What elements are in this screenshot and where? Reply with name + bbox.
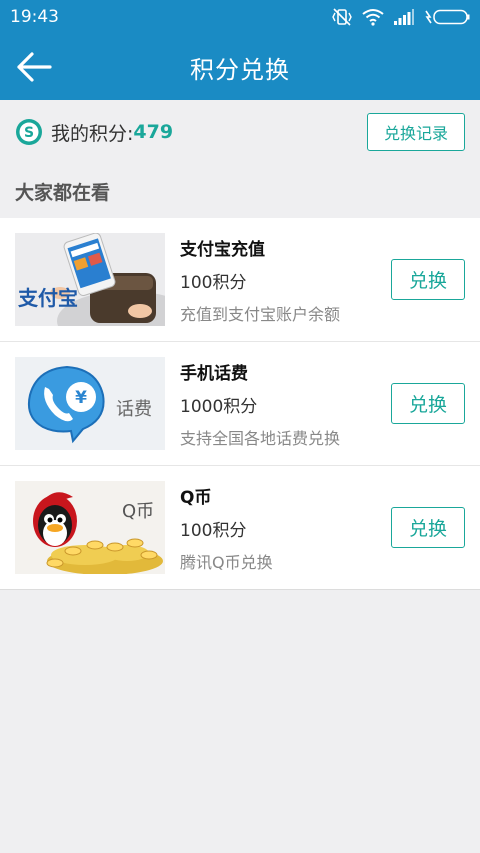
phone-fee-thumb-text: 话费 (116, 399, 152, 420)
item-points: 1000积分 (180, 396, 258, 417)
status-icons (332, 7, 470, 27)
item-points: 100积分 (180, 520, 247, 541)
points-value: 479 (133, 121, 174, 143)
qcoin-thumbnail-art: Q币 (15, 481, 165, 574)
exchange-button[interactable]: 兑换 (391, 383, 465, 424)
item-info: 支付宝充值 100积分 充值到支付宝账户余额 (180, 235, 391, 325)
status-time: 19:43 (10, 7, 59, 27)
back-button[interactable] (14, 47, 54, 87)
item-info: 手机话费 1000积分 支持全国各地话费兑换 (180, 359, 391, 449)
page-title: 积分兑换 (190, 55, 290, 84)
reward-list: 支付宝 支付宝充值 100积分 充值到支付宝账户余额 兑换 ¥ 话费 手机话费 … (0, 218, 480, 590)
exchange-button[interactable]: 兑换 (391, 259, 465, 300)
list-item[interactable]: ¥ 话费 手机话费 1000积分 支持全国各地话费兑换 兑换 (0, 342, 480, 466)
points-summary: S 我的积分: 479 兑换记录 (0, 100, 480, 164)
alipay-thumbnail-art: 支付宝 (15, 233, 165, 326)
item-title: 手机话费 (180, 363, 248, 384)
item-points: 100积分 (180, 272, 247, 293)
app-bar: 积分兑换 (0, 34, 480, 100)
item-description: 充值到支付宝账户余额 (180, 304, 341, 324)
exchange-record-button[interactable]: 兑换记录 (367, 113, 465, 151)
svg-text:¥: ¥ (75, 388, 87, 408)
item-title: Q币 (180, 487, 212, 508)
exchange-button[interactable]: 兑换 (391, 507, 465, 548)
vibrate-icon (332, 8, 352, 26)
item-description: 腾讯Q币兑换 (180, 552, 273, 572)
phone-fee-thumbnail: ¥ 话费 (15, 357, 165, 450)
qcoin-thumbnail: Q币 (15, 481, 165, 574)
alipay-thumbnail: 支付宝 (15, 233, 165, 326)
section-title: 大家都在看 (15, 181, 111, 204)
wifi-icon (362, 9, 384, 26)
list-item[interactable]: 支付宝 支付宝充值 100积分 充值到支付宝账户余额 兑换 (0, 218, 480, 342)
back-arrow-icon (17, 52, 52, 82)
alipay-logo-text: 支付宝 (18, 286, 78, 310)
battery-icon (425, 9, 470, 25)
status-bar: 19:43 (0, 0, 480, 34)
points-s-icon: S (16, 119, 42, 145)
list-item[interactable]: Q币 Q币 100积分 腾讯Q币兑换 兑换 (0, 466, 480, 590)
item-title: 支付宝充值 (180, 239, 265, 260)
svg-text:S: S (24, 125, 34, 141)
item-description: 支持全国各地话费兑换 (180, 428, 341, 448)
qcoin-thumb-text: Q币 (122, 501, 154, 522)
item-info: Q币 100积分 腾讯Q币兑换 (180, 483, 391, 573)
phone-fee-thumbnail-art: ¥ 话费 (15, 357, 165, 450)
signal-icon (394, 9, 414, 25)
points-label: 我的积分: (51, 122, 134, 145)
